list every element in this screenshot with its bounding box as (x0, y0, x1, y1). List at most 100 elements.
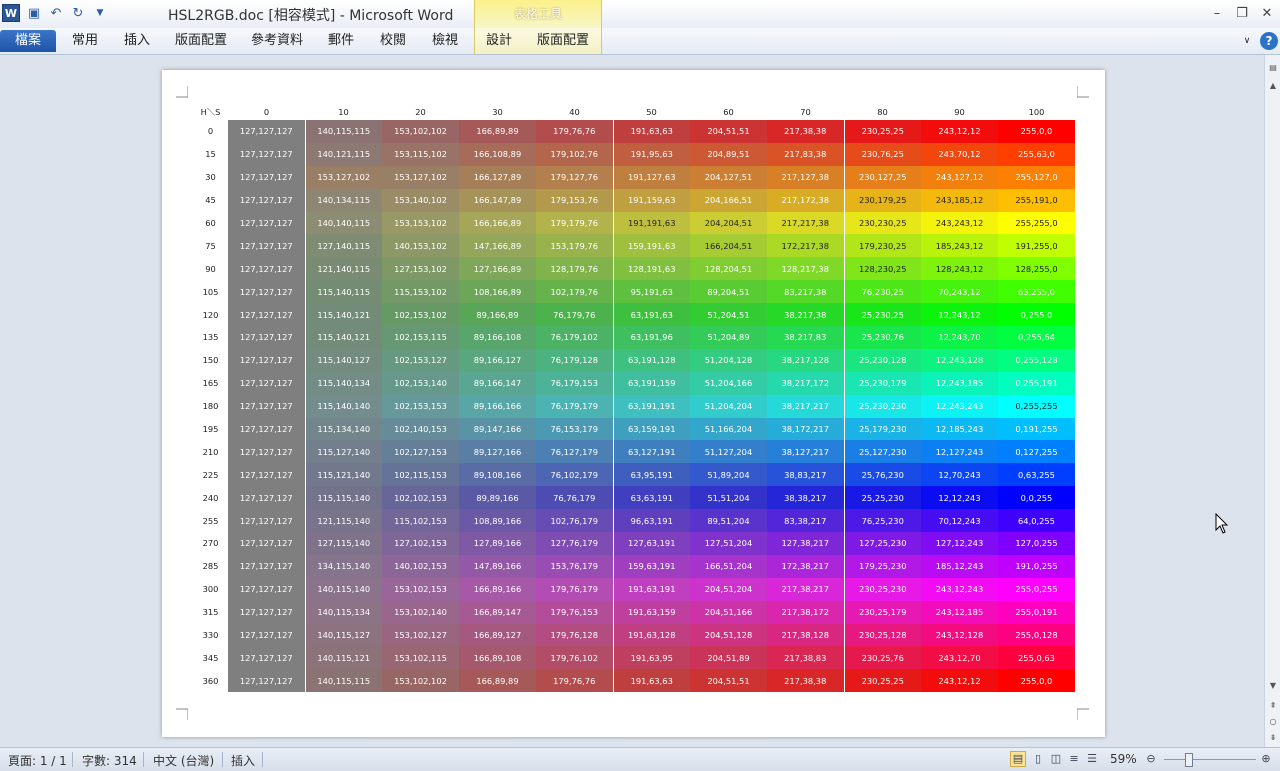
rgb-cell[interactable]: 127,127,127 (228, 554, 306, 578)
restore-icon[interactable]: ❐ (1231, 4, 1253, 22)
rgb-cell[interactable]: 76,179,153 (536, 371, 614, 395)
rgb-cell[interactable]: 63,63,191 (613, 486, 690, 510)
rgb-cell[interactable]: 89,108,166 (459, 463, 536, 487)
rgb-cell[interactable]: 0,255,191 (998, 371, 1075, 395)
rgb-cell[interactable]: 153,102,127 (382, 623, 459, 647)
rgb-cell[interactable]: 243,12,243 (921, 577, 998, 601)
rgb-cell[interactable]: 63,191,128 (613, 348, 690, 372)
rgb-cell[interactable]: 191,63,191 (613, 577, 690, 601)
rgb-cell[interactable]: 102,153,127 (382, 348, 459, 372)
rgb-cell[interactable]: 243,243,12 (921, 211, 998, 235)
rgb-cell[interactable]: 128,230,25 (844, 257, 921, 281)
rgb-cell[interactable]: 127,127,127 (228, 211, 306, 235)
rgb-cell[interactable]: 166,166,89 (459, 211, 536, 235)
rgb-cell[interactable]: 127,76,179 (536, 532, 614, 555)
rgb-cell[interactable]: 127,127,127 (228, 303, 306, 327)
outline-view-icon[interactable]: ≡ (1066, 751, 1082, 767)
rgb-cell[interactable]: 38,217,217 (767, 394, 845, 418)
rgb-cell[interactable]: 204,204,51 (690, 211, 767, 235)
rgb-cell[interactable]: 179,179,76 (536, 211, 614, 235)
rgb-cell[interactable]: 217,38,128 (767, 623, 845, 647)
rgb-cell[interactable]: 166,89,89 (459, 669, 536, 693)
rgb-cell[interactable]: 255,127,0 (998, 165, 1075, 189)
rgb-cell[interactable]: 127,25,230 (844, 532, 921, 555)
rgb-cell[interactable]: 89,147,166 (459, 417, 536, 441)
rgb-cell[interactable]: 159,191,63 (613, 234, 690, 258)
rgb-cell[interactable]: 179,76,153 (536, 600, 614, 624)
rgb-cell[interactable]: 140,134,115 (305, 188, 382, 212)
rgb-cell[interactable]: 147,166,89 (459, 234, 536, 258)
rgb-cell[interactable]: 0,255,255 (998, 394, 1075, 418)
rgb-cell[interactable]: 179,153,76 (536, 188, 614, 212)
rgb-cell[interactable]: 0,255,0 (998, 303, 1075, 327)
close-icon[interactable]: ✕ (1256, 4, 1278, 22)
rgb-cell[interactable]: 217,38,38 (767, 120, 845, 143)
rgb-cell[interactable]: 76,25,230 (844, 509, 921, 533)
rgb-cell[interactable]: 172,38,217 (767, 554, 845, 578)
rgb-cell[interactable]: 12,70,243 (921, 463, 998, 487)
rgb-cell[interactable]: 121,140,115 (305, 257, 382, 281)
rgb-cell[interactable]: 204,127,51 (690, 165, 767, 189)
redo-icon[interactable]: ↻ (70, 5, 86, 21)
rgb-cell[interactable]: 140,115,115 (305, 120, 382, 143)
rgb-cell[interactable]: 230,76,25 (844, 142, 921, 166)
rgb-cell[interactable]: 191,255,0 (998, 234, 1075, 258)
rgb-cell[interactable]: 76,76,179 (536, 486, 614, 510)
rgb-cell[interactable]: 115,140,115 (305, 280, 382, 304)
rgb-cell[interactable]: 128,243,12 (921, 257, 998, 281)
rgb-cell[interactable]: 76,153,179 (536, 417, 614, 441)
rgb-cell[interactable]: 243,12,185 (921, 600, 998, 624)
tab-home[interactable]: 常用 (64, 30, 106, 52)
rgb-cell[interactable]: 191,191,63 (613, 211, 690, 235)
rgb-cell[interactable]: 140,115,134 (305, 600, 382, 624)
rgb-cell[interactable]: 153,102,102 (382, 669, 459, 693)
rgb-cell[interactable]: 102,76,179 (536, 509, 614, 533)
rgb-cell[interactable]: 25,230,179 (844, 371, 921, 395)
rgb-cell[interactable]: 0,63,255 (998, 463, 1075, 487)
rgb-cell[interactable]: 127,127,127 (228, 463, 306, 487)
rgb-cell[interactable]: 204,51,204 (690, 577, 767, 601)
rgb-cell[interactable]: 153,140,102 (382, 188, 459, 212)
rgb-cell[interactable]: 140,153,102 (382, 234, 459, 258)
zoom-out-icon[interactable]: ⊖ (1143, 751, 1159, 767)
rgb-cell[interactable]: 153,102,153 (382, 577, 459, 601)
rgb-cell[interactable]: 179,230,25 (844, 234, 921, 258)
rgb-cell[interactable]: 230,25,179 (844, 600, 921, 624)
rgb-cell[interactable]: 12,12,243 (921, 486, 998, 510)
rgb-cell[interactable]: 63,159,191 (613, 417, 690, 441)
rgb-cell[interactable]: 128,179,76 (536, 257, 614, 281)
rgb-cell[interactable]: 115,121,140 (305, 463, 382, 487)
rgb-cell[interactable]: 108,89,166 (459, 509, 536, 533)
rgb-cell[interactable]: 83,217,38 (767, 280, 845, 304)
rgb-cell[interactable]: 70,243,12 (921, 280, 998, 304)
rgb-cell[interactable]: 102,153,140 (382, 371, 459, 395)
rgb-cell[interactable]: 127,127,127 (228, 669, 306, 693)
ruler-toggle-icon[interactable]: ▤ (1265, 61, 1280, 75)
rgb-cell[interactable]: 12,243,243 (921, 394, 998, 418)
rgb-cell[interactable]: 127,127,127 (228, 509, 306, 533)
rgb-cell[interactable]: 127,12,243 (921, 532, 998, 555)
rgb-cell[interactable]: 63,191,191 (613, 394, 690, 418)
rgb-cell[interactable]: 166,108,89 (459, 142, 536, 166)
rgb-cell[interactable]: 128,204,51 (690, 257, 767, 281)
rgb-cell[interactable]: 191,63,63 (613, 669, 690, 693)
rgb-cell[interactable]: 255,0,128 (998, 623, 1075, 647)
rgb-cell[interactable]: 127,127,127 (228, 417, 306, 441)
rgb-cell[interactable]: 166,89,108 (459, 646, 536, 670)
rgb-cell[interactable]: 179,76,102 (536, 646, 614, 670)
rgb-cell[interactable]: 166,89,89 (459, 120, 536, 143)
rgb-cell[interactable]: 76,127,179 (536, 440, 614, 464)
rgb-cell[interactable]: 89,166,89 (459, 303, 536, 327)
rgb-cell[interactable]: 25,179,230 (844, 417, 921, 441)
rgb-cell[interactable]: 127,51,204 (690, 532, 767, 555)
rgb-cell[interactable]: 102,102,153 (382, 486, 459, 510)
rgb-cell[interactable]: 166,89,127 (459, 623, 536, 647)
customize-qat-icon[interactable]: ▼ (92, 5, 108, 21)
rgb-cell[interactable]: 127,127,127 (228, 188, 306, 212)
rgb-cell[interactable]: 217,83,38 (767, 142, 845, 166)
rgb-cell[interactable]: 96,63,191 (613, 509, 690, 533)
rgb-cell[interactable]: 115,140,127 (305, 348, 382, 372)
rgb-cell[interactable]: 25,230,25 (844, 303, 921, 327)
rgb-cell[interactable]: 63,191,96 (613, 326, 690, 349)
rgb-cell[interactable]: 115,140,121 (305, 326, 382, 349)
